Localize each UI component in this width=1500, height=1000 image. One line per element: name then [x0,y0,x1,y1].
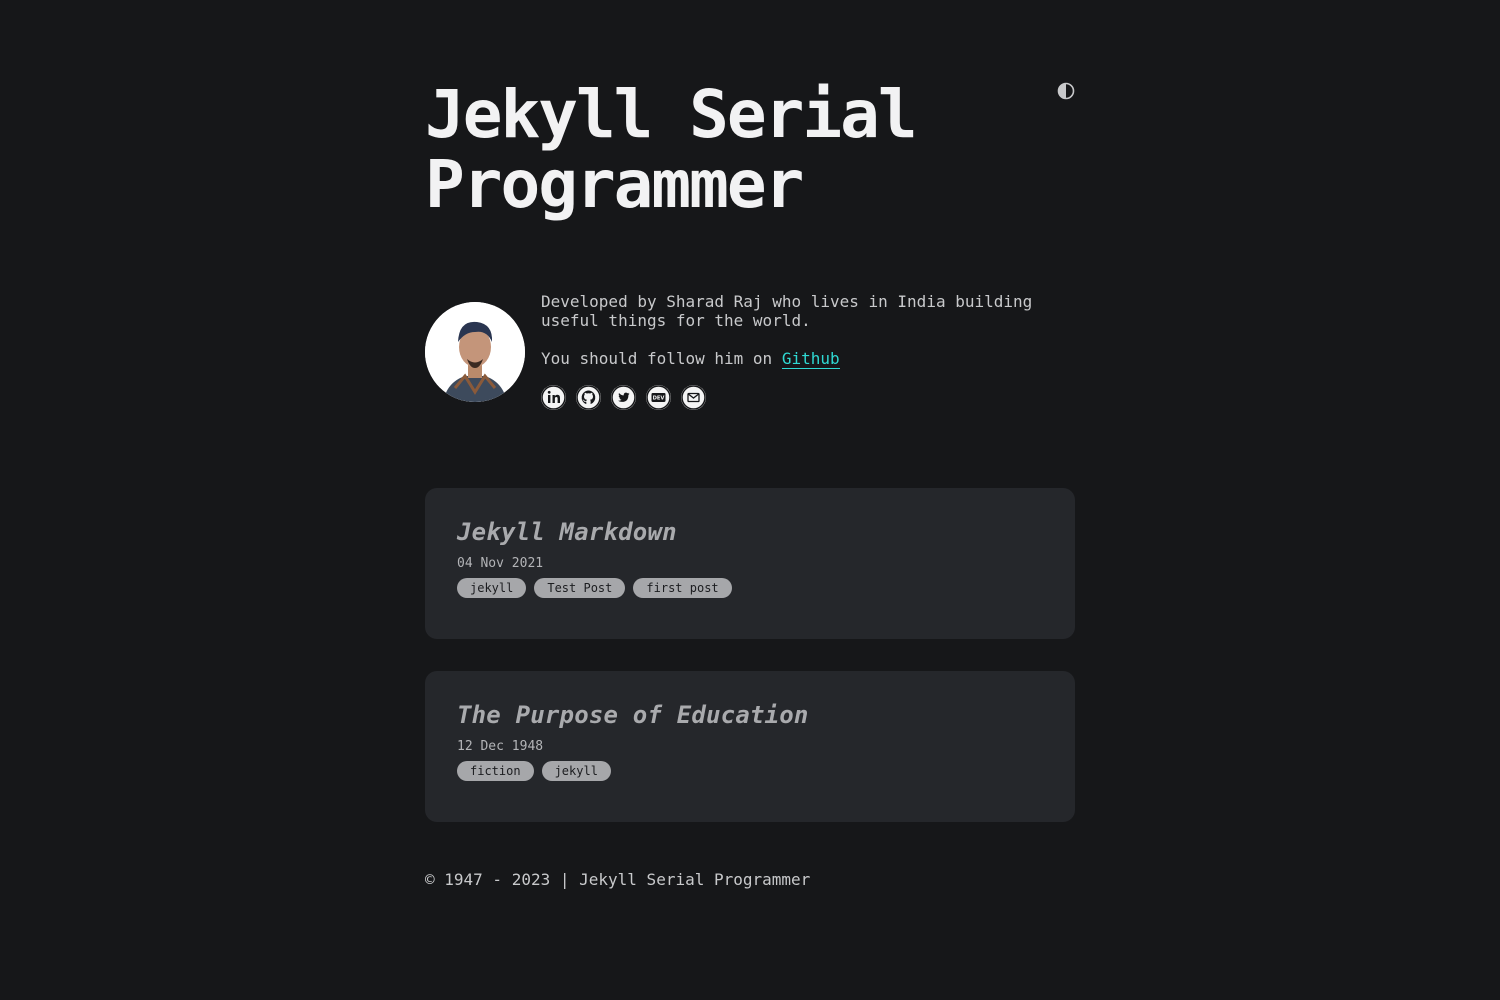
footer-copyright: © 1947 - 2023 | Jekyll Serial Programmer [425,870,811,889]
post-date: 04 Nov 2021 [457,556,544,571]
github-social-link[interactable] [576,385,601,410]
post-tags: fiction jekyll [457,761,1043,781]
half-circle-icon [1057,82,1075,100]
author-intro: Developed by Sharad Raj who lives in Ind… [425,292,1075,410]
tag-badge[interactable]: Test Post [534,578,626,598]
theme-toggle-button[interactable] [1057,82,1075,100]
site-title[interactable]: Jekyll Serial Programmer [425,80,985,220]
dev-link[interactable]: DEV [646,385,671,410]
twitter-icon [611,385,636,410]
post-card: Jekyll Markdown 04 Nov 2021 jekyll Test … [425,488,1075,639]
linkedin-link[interactable] [541,385,566,410]
bio-text: Developed by Sharad Raj who lives in Ind… [541,292,1033,330]
github-link[interactable]: Github [781,349,840,369]
post-date: 12 Dec 1948 [457,739,544,754]
post-card: The Purpose of Education 12 Dec 1948 fic… [425,671,1075,822]
follow-prefix: You should follow him on [541,349,782,368]
tag-badge[interactable]: jekyll [541,761,611,781]
svg-text:DEV: DEV [653,396,665,402]
tag-badge[interactable]: first post [633,578,732,598]
github-icon [576,385,601,410]
twitter-link[interactable] [611,385,636,410]
email-link[interactable] [681,385,706,410]
post-list: Jekyll Markdown 04 Nov 2021 jekyll Test … [425,488,1075,822]
social-links: DEV [541,385,1075,410]
page: Jekyll Serial Programmer Developed by Sh… [425,0,1075,889]
post-title[interactable]: Jekyll Markdown [457,518,1043,546]
dev-icon: DEV [646,385,671,410]
linkedin-icon [541,385,566,410]
avatar [425,302,525,402]
follow-text: You should follow him on Github [541,349,1075,369]
tag-badge[interactable]: jekyll [457,578,527,598]
intro-text: Developed by Sharad Raj who lives in Ind… [541,292,1075,410]
post-tags: jekyll Test Post first post [457,578,1043,598]
tag-badge[interactable]: fiction [457,761,534,781]
mail-icon [681,385,706,410]
post-title[interactable]: The Purpose of Education [457,701,1043,729]
